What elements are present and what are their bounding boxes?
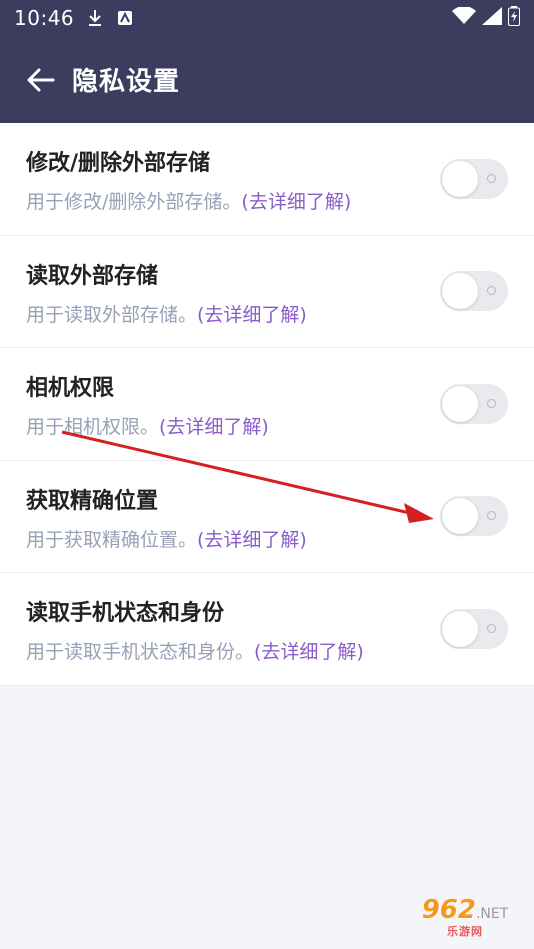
toggle-knob [442,385,478,422]
setting-desc-text: 用于获取精确位置。 [26,528,198,551]
setting-desc: 用于读取外部存储。(去详细了解) [26,300,434,330]
setting-title: 修改/删除外部存储 [26,151,211,176]
setting-title: 相机权限 [26,376,115,401]
toggle-knob [442,610,478,647]
setting-row-phone-state: 读取手机状态和身份 用于读取手机状态和身份。(去详细了解) [0,573,534,686]
setting-row-camera: 相机权限 用于相机权限。(去详细了解) [0,348,534,461]
status-time: 10:46 [14,6,75,30]
wifi-icon [452,6,476,29]
setting-title: 读取手机状态和身份 [26,601,225,626]
setting-desc: 用于相机权限。(去详细了解) [26,412,434,442]
toggle-off-indicator [487,173,496,183]
learn-more-link[interactable]: (去详细了解) [159,416,269,438]
arrow-left-icon [27,68,55,91]
setting-row-modify-storage: 修改/删除外部存储 用于修改/删除外部存储。(去详细了解) [0,123,534,236]
toggle-knob [442,160,478,197]
setting-title: 获取精确位置 [26,488,159,514]
page-title: 隐私设置 [72,67,181,97]
setting-desc-text: 用于相机权限。 [26,416,160,438]
watermark-net: .NET [475,906,509,922]
toggle-switch[interactable] [440,271,508,312]
download-icon [86,9,104,27]
setting-desc-text: 用于修改/删除外部存储。 [26,191,242,213]
toggle-switch[interactable] [440,158,508,199]
back-button[interactable] [24,63,58,97]
app-bar: 隐私设置 [0,36,534,123]
settings-list: 修改/删除外部存储 用于修改/删除外部存储。(去详细了解) 读取外部存储 用于读… [0,123,534,686]
setting-desc-text: 用于读取外部存储。 [26,303,198,326]
status-right-icons [452,6,520,30]
setting-desc: 用于读取手机状态和身份。(去详细了解) [26,637,434,667]
watermark-logo: 962.NET 乐游网 [404,895,526,941]
toggle-knob [442,498,478,535]
notification-icon [116,9,134,27]
toggle-off-indicator [487,511,496,521]
signal-icon [482,7,502,29]
learn-more-link[interactable]: (去详细了解) [254,641,364,663]
toggle-switch[interactable] [440,608,508,649]
learn-more-link[interactable]: (去详细了解) [197,529,307,551]
learn-more-link[interactable]: (去详细了解) [197,304,307,326]
setting-row-location: 获取精确位置 用于获取精确位置。(去详细了解) [0,461,534,573]
learn-more-link[interactable]: (去详细了解) [241,191,351,213]
setting-desc: 用于修改/删除外部存储。(去详细了解) [26,187,434,217]
watermark-main: 962 [421,895,476,925]
battery-icon [508,6,520,30]
watermark-sub: 乐游网 [447,925,483,938]
setting-title: 读取外部存储 [26,263,159,289]
toggle-off-indicator [487,623,496,633]
status-bar: 10:46 [0,0,534,36]
toggle-switch[interactable] [440,383,508,424]
toggle-switch[interactable] [440,496,508,537]
setting-desc-text: 用于读取手机状态和身份。 [26,641,255,663]
toggle-knob [442,273,478,310]
toggle-off-indicator [487,398,496,408]
toggle-off-indicator [487,286,496,296]
setting-row-read-storage: 读取外部存储 用于读取外部存储。(去详细了解) [0,236,534,348]
setting-desc: 用于获取精确位置。(去详细了解) [26,525,434,555]
